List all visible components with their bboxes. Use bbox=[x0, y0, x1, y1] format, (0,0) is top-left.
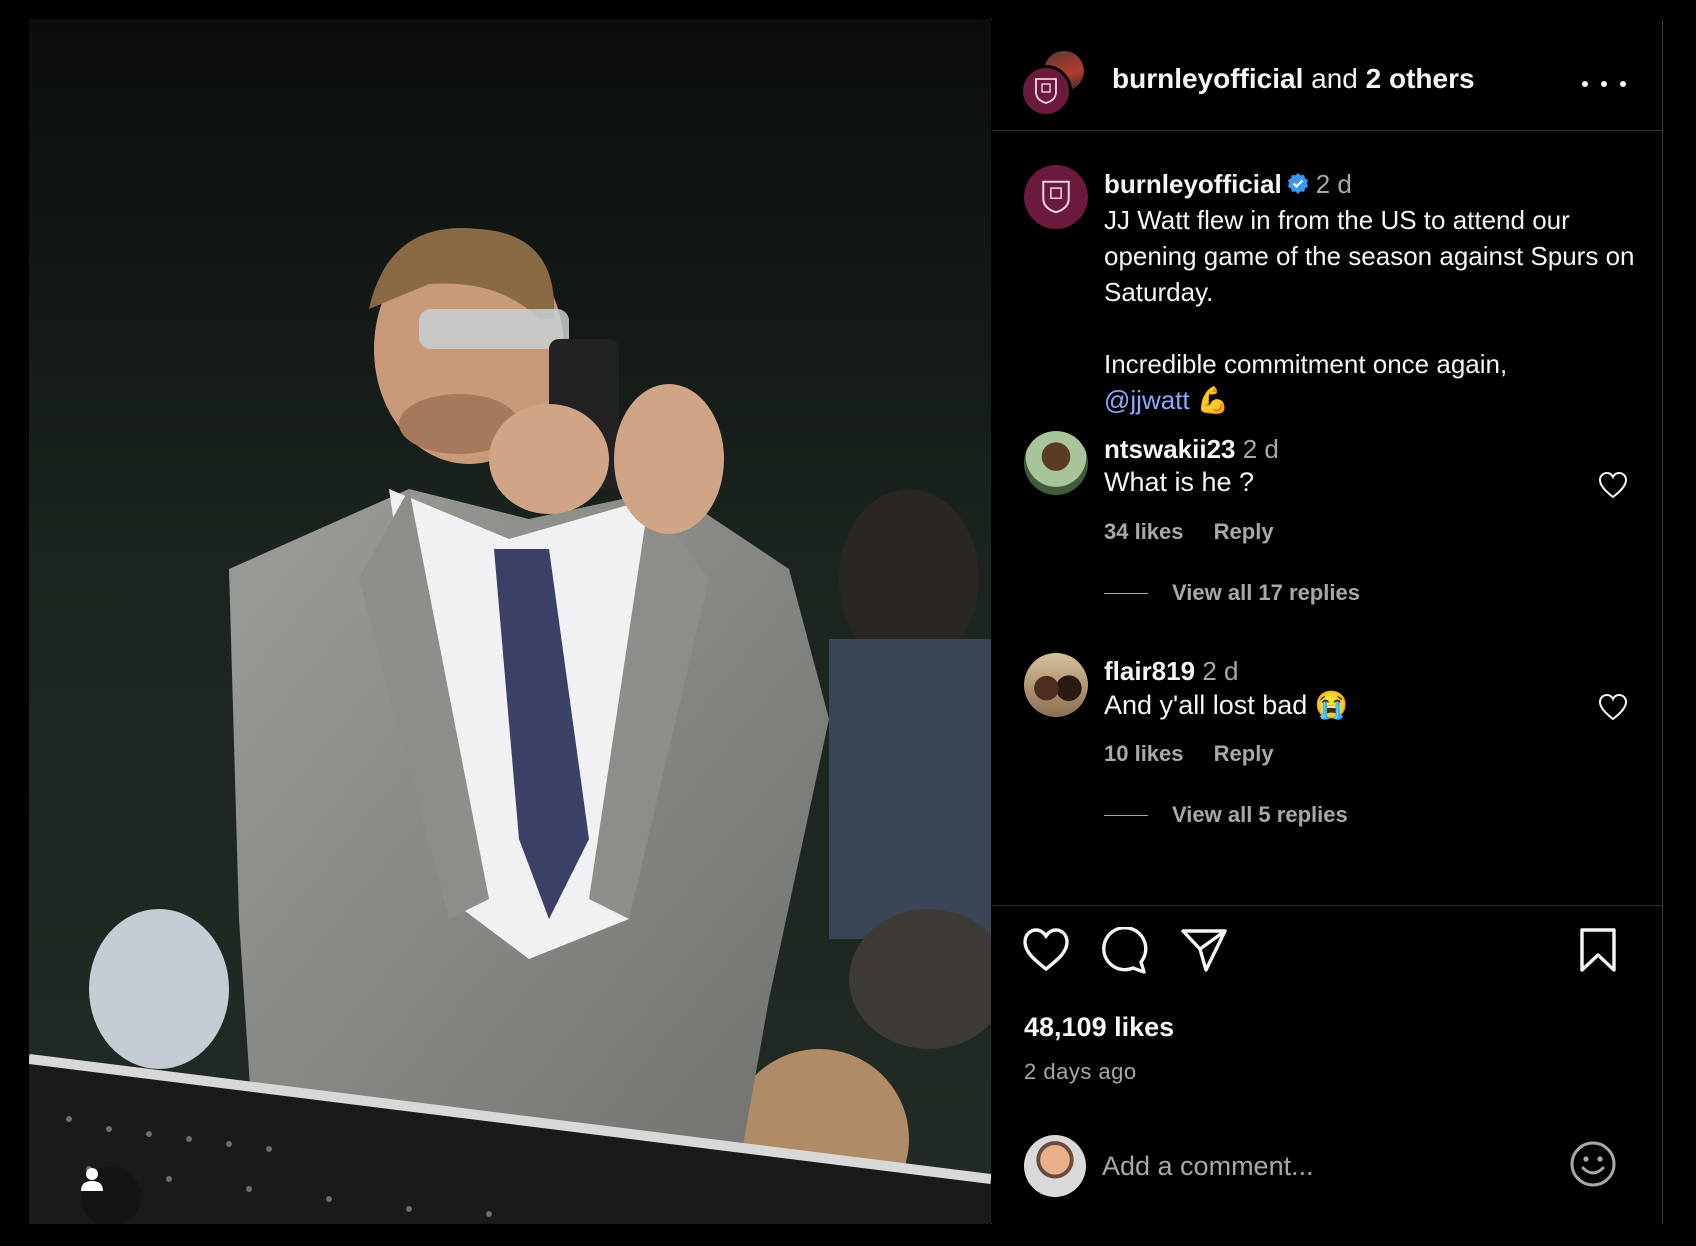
caption-emoji: 💪 bbox=[1196, 385, 1230, 415]
post-caption: burnleyofficial 2 d JJ Watt flew in from… bbox=[1104, 166, 1644, 418]
comment-icon[interactable] bbox=[1100, 927, 1148, 975]
comment-avatar[interactable] bbox=[1024, 653, 1088, 717]
comment-text-body: And y'all lost bad bbox=[1104, 690, 1308, 720]
bookmark-icon[interactable] bbox=[1578, 927, 1618, 973]
user-tag-icon bbox=[81, 1168, 103, 1191]
comment-username[interactable]: ntswakii23 bbox=[1104, 434, 1236, 464]
view-replies-button[interactable]: View all 5 replies bbox=[1104, 802, 1348, 828]
photo-illustration bbox=[29, 19, 991, 1224]
post-date: 2 days ago bbox=[1024, 1059, 1137, 1084]
header-divider bbox=[992, 130, 1662, 131]
tagged-users-button[interactable] bbox=[81, 1167, 141, 1224]
replies-line bbox=[1104, 814, 1148, 816]
post-side-panel: burnleyofficial and 2 others burnleyoffi… bbox=[992, 19, 1662, 1224]
replies-line bbox=[1104, 592, 1148, 594]
post-actions bbox=[1022, 927, 1632, 977]
comment-username[interactable]: flair819 bbox=[1104, 656, 1195, 686]
comment-meta: 34 likes Reply bbox=[1104, 519, 1298, 545]
caption-text-2: Incredible commitment once again, bbox=[1104, 349, 1508, 379]
post-photo[interactable] bbox=[29, 19, 991, 1224]
comment-likes[interactable]: 10 likes bbox=[1104, 741, 1184, 766]
comment-like-heart-icon[interactable] bbox=[1598, 693, 1628, 721]
caption-avatar[interactable] bbox=[1024, 165, 1088, 229]
header-others[interactable]: 2 others bbox=[1366, 63, 1475, 94]
club-crest-icon bbox=[1035, 78, 1057, 104]
actions-divider bbox=[992, 905, 1662, 906]
comment-like-heart-icon[interactable] bbox=[1598, 471, 1628, 499]
view-replies-button[interactable]: View all 17 replies bbox=[1104, 580, 1360, 606]
comment-header: ntswakii23 2 d bbox=[1104, 434, 1279, 465]
view-replies-label: View all 5 replies bbox=[1172, 802, 1348, 827]
header-joiner: and bbox=[1311, 63, 1358, 94]
comment-box-divider bbox=[992, 1109, 1662, 1110]
emoji-icon[interactable] bbox=[1568, 1139, 1618, 1189]
caption-mention-link[interactable]: @jjwatt bbox=[1104, 385, 1190, 415]
header-owner-username[interactable]: burnleyofficial bbox=[1112, 63, 1303, 94]
caption-text-1: JJ Watt flew in from the US to attend ou… bbox=[1104, 205, 1635, 307]
like-heart-icon[interactable] bbox=[1022, 927, 1070, 973]
comment-reply-button[interactable]: Reply bbox=[1214, 519, 1274, 544]
comment-reply-button[interactable]: Reply bbox=[1214, 741, 1274, 766]
comment-avatar[interactable] bbox=[1024, 431, 1088, 495]
verified-icon bbox=[1287, 173, 1308, 194]
comment-text: And y'all lost bad 😭 bbox=[1104, 689, 1348, 721]
comment-header: flair819 2 d bbox=[1104, 656, 1238, 687]
caption-time: 2 d bbox=[1315, 169, 1352, 199]
comment-time: 2 d bbox=[1202, 656, 1239, 686]
comment-time: 2 d bbox=[1242, 434, 1279, 464]
comment-likes[interactable]: 34 likes bbox=[1104, 519, 1184, 544]
comment-emoji: 😭 bbox=[1314, 690, 1349, 720]
current-user-avatar bbox=[1024, 1135, 1086, 1197]
post-header-title[interactable]: burnleyofficial and 2 others bbox=[1112, 63, 1475, 95]
collab-avatar-burnley[interactable] bbox=[1020, 65, 1072, 117]
caption-username[interactable]: burnleyofficial bbox=[1104, 169, 1282, 199]
comment-text: What is he ? bbox=[1104, 467, 1255, 497]
share-icon[interactable] bbox=[1180, 927, 1228, 973]
add-comment-input[interactable] bbox=[1102, 1143, 1502, 1189]
comment-meta: 10 likes Reply bbox=[1104, 741, 1298, 767]
more-icon[interactable] bbox=[1582, 69, 1626, 99]
post-like-count[interactable]: 48,109 likes bbox=[1024, 1012, 1174, 1043]
club-crest-icon bbox=[1042, 180, 1070, 214]
view-replies-label: View all 17 replies bbox=[1172, 580, 1360, 605]
